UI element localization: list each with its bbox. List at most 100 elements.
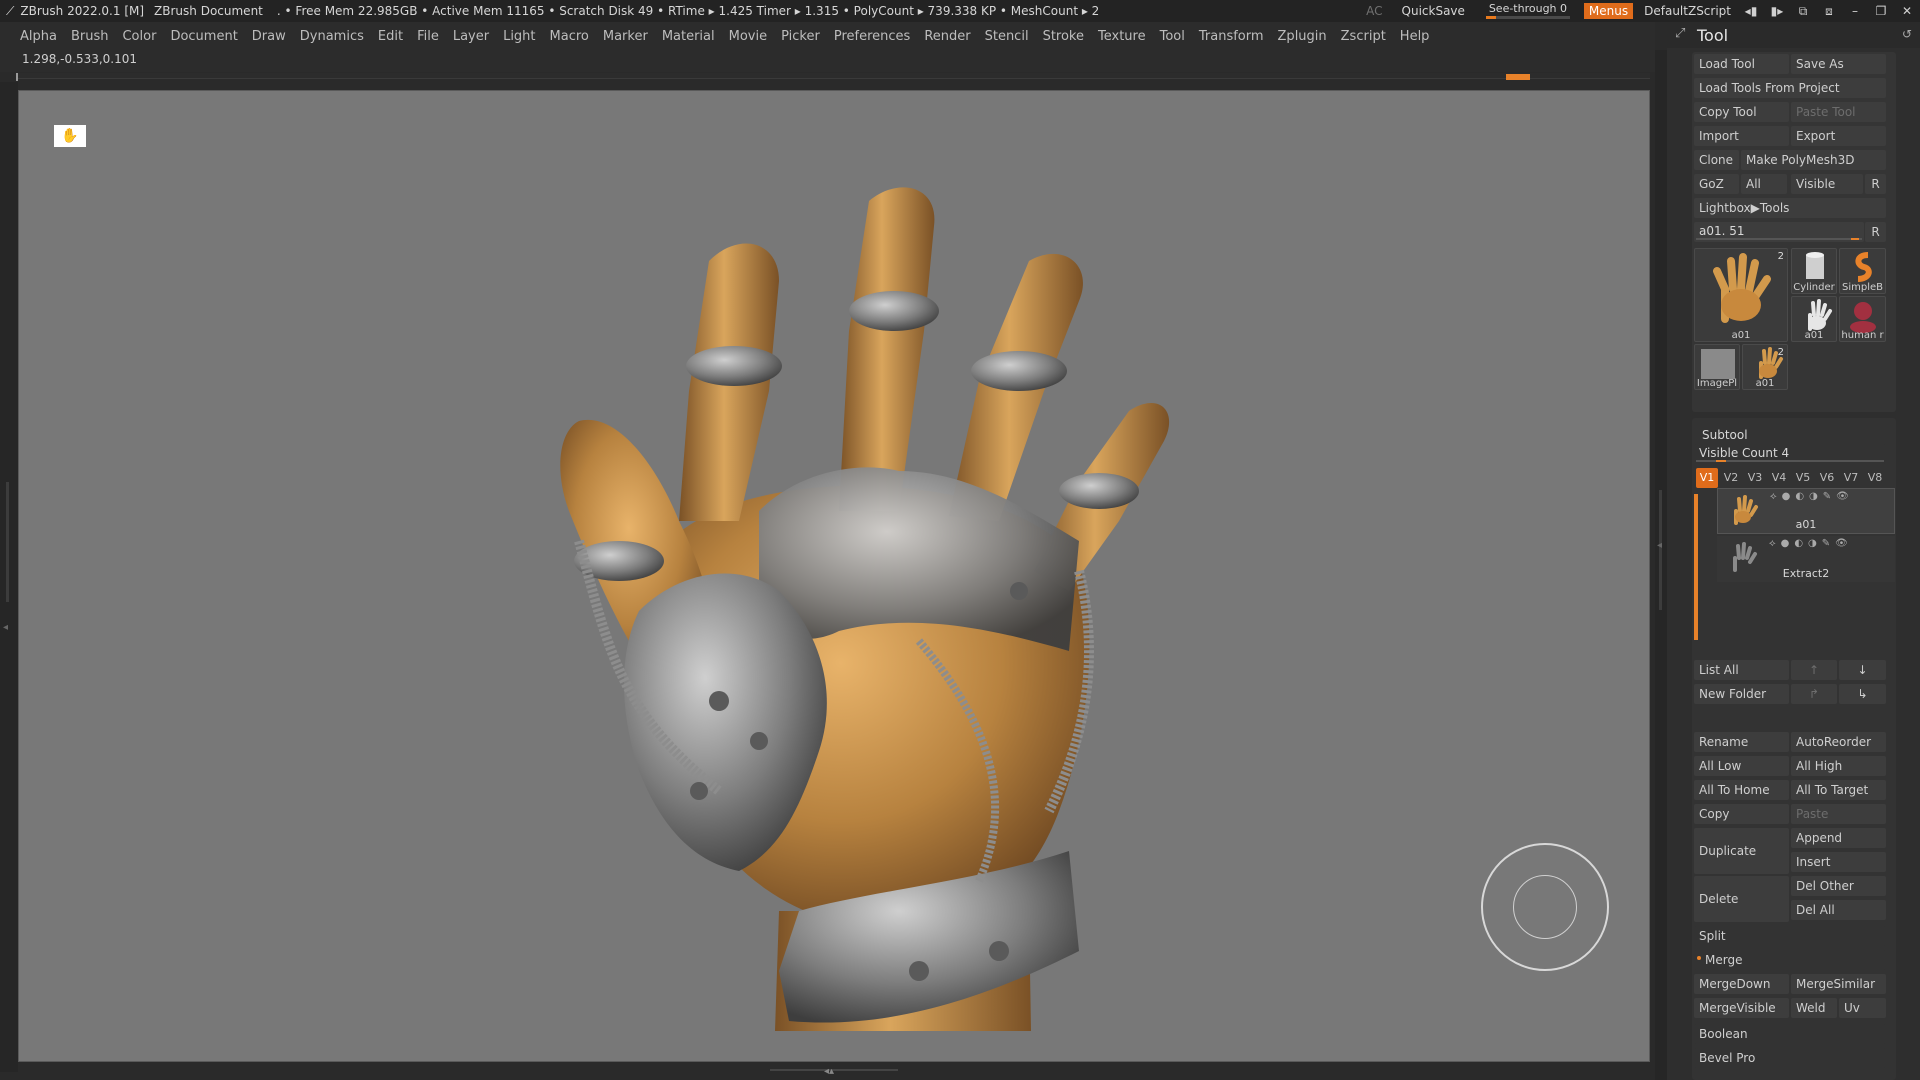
load-tool-button[interactable]: Load Tool [1694,54,1789,74]
left-shelf-arrow-icon[interactable]: ◂ [3,622,8,633]
menu-render[interactable]: Render [917,29,977,44]
see-through-slider[interactable]: See-through 0 [1482,0,1574,22]
all-low-button[interactable]: All Low [1694,756,1789,776]
duplicate-button[interactable]: Duplicate [1694,828,1789,874]
menu-stroke[interactable]: Stroke [1036,29,1091,44]
visibility-set-v1[interactable]: V1 [1696,468,1718,488]
layout-next-icon[interactable]: ▮▸ [1764,4,1790,18]
refresh-icon[interactable]: ↺ [1902,27,1912,41]
left-shelf-grip[interactable] [6,482,9,602]
visible-count-slider[interactable]: Visible Count 4 [1694,444,1886,464]
all-to-home-button[interactable]: All To Home [1694,780,1789,800]
uv-button[interactable]: Uv [1839,998,1886,1018]
menu-transform[interactable]: Transform [1192,29,1271,44]
boolean-section-button[interactable]: Boolean [1694,1024,1886,1044]
del-other-button[interactable]: Del Other [1791,876,1886,896]
clone-button[interactable]: Clone [1694,150,1739,170]
visibility-set-v8[interactable]: V8 [1864,468,1886,488]
menu-texture[interactable]: Texture [1091,29,1153,44]
tool-thumb-a01-white[interactable]: a01 [1791,296,1837,342]
append-button[interactable]: Append [1791,828,1886,848]
all-to-target-button[interactable]: All To Target [1791,780,1886,800]
make-polymesh3d-button[interactable]: Make PolyMesh3D [1741,150,1886,170]
menu-preferences[interactable]: Preferences [827,29,917,44]
merge-section-button[interactable]: Merge [1694,950,1886,970]
menu-help[interactable]: Help [1393,29,1437,44]
menu-file[interactable]: File [410,29,446,44]
delete-button[interactable]: Delete [1694,876,1789,922]
bottom-shelf-arrow-icon[interactable]: ◂▴ [824,1066,834,1077]
ui-layout-icon[interactable]: ⧉ [1790,4,1816,19]
new-folder-button[interactable]: New Folder [1694,684,1789,704]
menu-tool[interactable]: Tool [1153,29,1192,44]
menu-zplugin[interactable]: Zplugin [1271,29,1334,44]
subtool-item-extract2[interactable]: ⟡●◐◑✎👁 Extract2 [1717,536,1895,582]
menu-stencil[interactable]: Stencil [978,29,1036,44]
copy-tool-button[interactable]: Copy Tool [1694,102,1789,122]
menu-material[interactable]: Material [655,29,722,44]
paste-tool-button[interactable]: Paste Tool [1791,102,1886,122]
tool-thumb-cylinder[interactable]: Cylinder [1791,248,1837,294]
tool-thumb-imageplane[interactable]: ImagePl [1694,344,1740,390]
menu-brush[interactable]: Brush [64,29,116,44]
bevel-pro-section-button[interactable]: Bevel Pro [1694,1048,1886,1068]
dock-icon[interactable]: ⧈ [1816,4,1842,19]
menu-movie[interactable]: Movie [722,29,774,44]
move-in-icon[interactable]: ↳ [1839,684,1886,704]
timeline-track[interactable] [16,73,1650,81]
navigation-gizmo-inner[interactable] [1513,875,1577,939]
goz-r-button[interactable]: R [1865,174,1886,194]
menu-dynamics[interactable]: Dynamics [293,29,371,44]
zscript-label[interactable]: DefaultZScript [1637,4,1738,18]
right-shelf-arrow-icon[interactable]: ◂ [1657,540,1662,551]
ac-toggle[interactable]: AC [1359,4,1389,18]
copy-subtool-button[interactable]: Copy [1694,804,1789,824]
menu-marker[interactable]: Marker [596,29,655,44]
timeline-marker[interactable] [1506,74,1530,80]
menu-draw[interactable]: Draw [245,29,293,44]
pin-icon[interactable]: ⤢ [1675,26,1685,41]
subtool-extract2-controls[interactable]: ⟡●◐◑✎👁 [1769,538,1853,549]
goz-button[interactable]: GoZ [1694,174,1739,194]
weld-button[interactable]: Weld [1791,998,1837,1018]
sculpted-hand-model[interactable] [19,91,1650,1062]
menu-color[interactable]: Color [115,29,163,44]
import-button[interactable]: Import [1694,126,1789,146]
mergedown-button[interactable]: MergeDown [1694,974,1789,994]
autoreorder-button[interactable]: AutoReorder [1791,732,1886,752]
visibility-set-v6[interactable]: V6 [1816,468,1838,488]
save-as-button[interactable]: Save As [1791,54,1886,74]
quicksave-button[interactable]: QuickSave [1390,4,1472,18]
subtool-scrollbar[interactable] [1694,494,1698,640]
tool-slider-r-button[interactable]: R [1865,222,1886,242]
paste-subtool-button[interactable]: Paste [1791,804,1886,824]
menu-edit[interactable]: Edit [371,29,410,44]
menu-layer[interactable]: Layer [446,29,496,44]
menu-zscript[interactable]: Zscript [1334,29,1393,44]
navigation-gizmo[interactable] [1481,843,1609,971]
layout-prev-icon[interactable]: ◂▮ [1738,4,1764,18]
visibility-set-v2[interactable]: V2 [1720,468,1742,488]
export-button[interactable]: Export [1791,126,1886,146]
mergesimilar-button[interactable]: MergeSimilar [1791,974,1886,994]
minimize-icon[interactable]: – [1842,4,1868,18]
tool-thumb-a01-small[interactable]: 2 a01 [1742,344,1788,390]
tool-slider[interactable]: a01. 51 [1694,222,1864,242]
menu-alpha[interactable]: Alpha [13,29,64,44]
lightbox-tools-button[interactable]: Lightbox▶Tools [1694,198,1886,218]
move-out-icon[interactable]: ↱ [1791,684,1837,704]
move-down-icon[interactable]: ↓ [1839,660,1886,680]
load-tools-from-project-button[interactable]: Load Tools From Project [1694,78,1886,98]
subtool-title[interactable]: Subtool [1702,428,1748,442]
insert-button[interactable]: Insert [1791,852,1886,872]
goz-all-button[interactable]: All [1741,174,1787,194]
split-section-button[interactable]: Split [1694,926,1886,946]
tool-palette-header[interactable]: ⤢ Tool ↺ [1667,22,1920,48]
rename-button[interactable]: Rename [1694,732,1789,752]
visibility-set-v4[interactable]: V4 [1768,468,1790,488]
tool-thumb-human[interactable]: human r [1839,296,1886,342]
maximize-icon[interactable]: ❐ [1868,4,1894,18]
visibility-set-v7[interactable]: V7 [1840,468,1862,488]
all-high-button[interactable]: All High [1791,756,1886,776]
document-canvas[interactable]: ✋ [18,90,1650,1062]
